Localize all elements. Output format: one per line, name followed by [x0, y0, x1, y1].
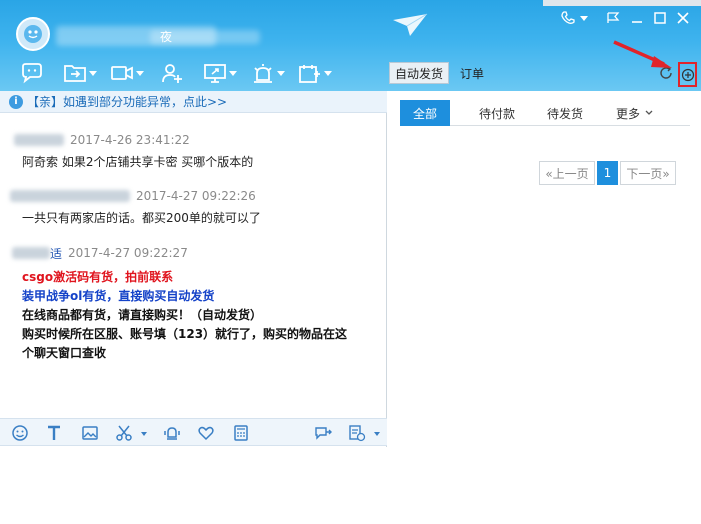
tab-pending-shipment[interactable]: 待发货 — [540, 100, 590, 126]
sender-name-blurred — [14, 134, 64, 146]
folder-arrow-icon — [64, 65, 86, 82]
chat-arrow-icon — [315, 427, 332, 440]
chevron-down-icon[interactable] — [89, 70, 97, 76]
quick-reply-button[interactable] — [313, 423, 333, 443]
message-text: 一共只有两家店的话。都买200单的就可以了 — [22, 211, 261, 225]
chat-emoji-tool[interactable] — [20, 60, 44, 86]
minimize-icon — [632, 21, 642, 23]
order-panel: 全部 待付款 待发货 更多 «上一页 1 下一页» — [388, 91, 701, 524]
background-strip — [543, 0, 701, 6]
tab-all[interactable]: 全部 — [400, 100, 450, 126]
add-plugin-button[interactable] — [678, 62, 697, 87]
text-font-icon — [48, 425, 60, 440]
notice-bar[interactable]: i 【亲】如遇到部分功能异常，点此>> — [0, 91, 387, 113]
chevron-down-icon — [645, 110, 653, 115]
screen-share-tool[interactable] — [203, 60, 237, 86]
tab-more[interactable]: 更多 — [612, 100, 658, 126]
title-fragment: 夜 — [160, 30, 173, 44]
pagination: «上一页 1 下一页» — [539, 161, 676, 185]
input-toolbar — [0, 418, 387, 446]
chevron-down-icon[interactable] — [374, 432, 380, 436]
calendar-plus-icon — [299, 65, 320, 83]
screenshot-button[interactable] — [114, 423, 134, 443]
apps-tool[interactable] — [298, 60, 332, 86]
screen-share-icon — [204, 64, 226, 83]
bell-shake-icon — [164, 427, 180, 440]
message-text-red: csgo激活码有货，拍前联系 — [22, 270, 174, 284]
tab-pending-payment[interactable]: 待付款 — [472, 100, 522, 126]
scissors-icon — [116, 425, 132, 441]
tab-more-label: 更多 — [615, 106, 640, 121]
prev-page-button[interactable]: «上一页 — [539, 161, 595, 185]
page-number-button[interactable]: 1 — [597, 161, 618, 185]
minimize-button[interactable] — [627, 8, 647, 28]
sender-name-blurred — [12, 247, 50, 259]
notice-link[interactable]: 【亲】如遇到部分功能异常，点此>> — [27, 93, 227, 110]
close-icon — [677, 12, 689, 24]
chat-message: 2017-4-26 23:41:22 阿奇索 如果2个店铺共享卡密 买哪个版本的 — [0, 132, 387, 172]
paper-plane-icon — [393, 13, 428, 36]
chevron-down-icon[interactable] — [324, 70, 332, 76]
tab-orders[interactable]: 订单 — [460, 62, 484, 84]
flag-button[interactable] — [603, 8, 623, 28]
message-time: 2017-4-27 09:22:26 — [136, 189, 256, 203]
chat-message: 适 2017-4-27 09:22:27 csgo激活码有货，拍前联系 装甲战争… — [0, 245, 387, 363]
chat-bubble-icon — [22, 63, 42, 84]
message-text-blue: 装甲战争ol有货，直接购买自动发货 — [22, 289, 215, 303]
video-camera-icon — [111, 66, 133, 80]
avatar-icon — [24, 25, 42, 43]
alert-tool[interactable] — [251, 60, 285, 86]
favorite-button[interactable] — [196, 423, 216, 443]
message-record-button[interactable] — [347, 423, 367, 443]
flag-icon — [607, 12, 620, 23]
sender-name-fragment: 适 — [50, 246, 63, 261]
video-call-tool[interactable] — [110, 60, 144, 86]
phone-icon — [561, 11, 575, 24]
avatar[interactable] — [16, 17, 50, 51]
chevron-down-icon[interactable] — [229, 70, 237, 76]
message-text: 阿奇索 如果2个店铺共享卡密 买哪个版本的 — [22, 155, 254, 169]
font-button[interactable] — [44, 423, 64, 443]
message-text: 个聊天窗口查收 — [22, 346, 107, 360]
emoji-button[interactable] — [10, 423, 30, 443]
next-page-button[interactable]: 下一页» — [620, 161, 676, 185]
transfer-file-tool[interactable] — [63, 60, 97, 86]
tab-auto-ship[interactable]: 自动发货 — [389, 62, 449, 84]
calculator-button[interactable] — [231, 423, 251, 443]
chevron-down-icon[interactable] — [136, 70, 144, 76]
message-input[interactable] — [0, 447, 387, 524]
close-button[interactable] — [673, 8, 693, 28]
smiley-icon — [12, 425, 28, 441]
window-header: 夜 自动发货 订单 — [0, 0, 701, 91]
shake-button[interactable] — [162, 423, 182, 443]
alarm-bell-icon — [254, 64, 272, 83]
message-time: 2017-4-26 23:41:22 — [70, 133, 190, 147]
info-icon: i — [9, 94, 23, 109]
chat-message: 2017-4-27 09:22:26 一共只有两家店的话。都买200单的就可以了 — [0, 188, 387, 228]
plus-circle-icon — [681, 68, 694, 81]
chevron-down-icon[interactable] — [277, 70, 285, 76]
image-icon — [82, 426, 98, 440]
message-text: 购买时候所在区服、账号填（123）就行了，购买的物品在这 — [22, 327, 348, 341]
sender-name-blurred — [10, 190, 130, 202]
image-button[interactable] — [80, 423, 100, 443]
heart-icon — [198, 426, 214, 441]
calculator-icon — [234, 425, 248, 441]
maximize-button[interactable] — [650, 8, 670, 28]
chat-panel: i 【亲】如遇到部分功能异常，点此>> 2017-4-26 23:41:22 阿… — [0, 91, 387, 524]
document-clock-icon — [349, 425, 366, 442]
maximize-icon — [654, 12, 666, 24]
order-tabs: 全部 待付款 待发货 更多 — [400, 100, 690, 126]
phone-button[interactable] — [556, 8, 592, 28]
chevron-down-icon[interactable] — [141, 432, 147, 436]
add-person-icon — [162, 64, 182, 83]
message-text: 在线商品都有货，请直接购买！（自动发货） — [22, 308, 263, 322]
red-arrow-annotation — [613, 40, 672, 68]
message-time: 2017-4-27 09:22:27 — [68, 246, 188, 260]
add-contact-tool[interactable] — [160, 60, 184, 86]
